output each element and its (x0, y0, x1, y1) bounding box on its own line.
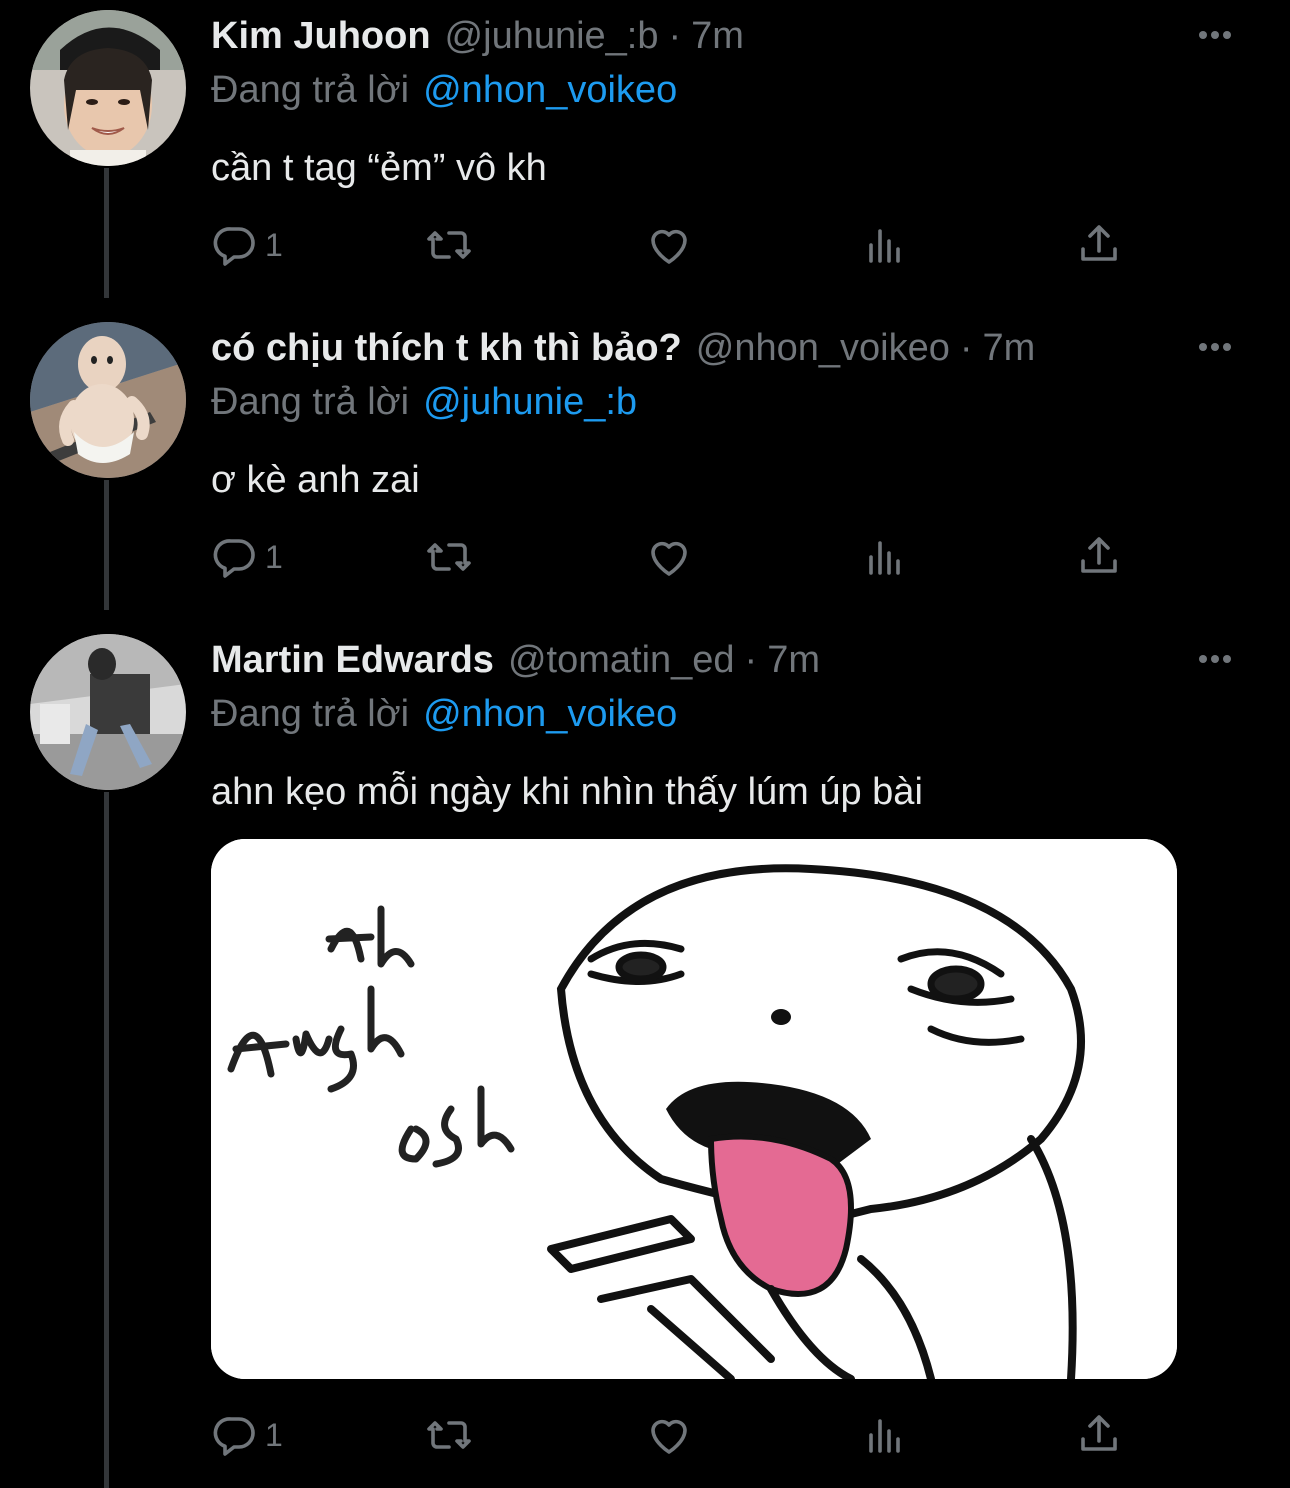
replying-to-handle[interactable]: @nhon_voikeo (423, 69, 677, 111)
views-icon (861, 533, 909, 581)
heart-icon (645, 533, 693, 581)
heart-icon (645, 221, 693, 269)
share-button[interactable] (1075, 220, 1123, 270)
timestamp[interactable]: 7m (691, 10, 744, 62)
replying-to-label: Đang trả lời (211, 693, 410, 735)
retweet-icon (425, 1411, 473, 1459)
share-icon (1075, 1411, 1123, 1459)
reply-count: 1 (265, 1416, 283, 1453)
tweet-header: Kim Juhoon @juhunie_:b · 7m (211, 10, 744, 62)
views-icon (861, 1411, 909, 1459)
views-icon (861, 221, 909, 269)
tweet[interactable]: Martin Edwards @tomatin_ed · 7m Đang trả… (0, 634, 1290, 1488)
retweet-button[interactable] (425, 532, 473, 582)
views-button[interactable] (861, 532, 909, 582)
heart-icon (645, 1411, 693, 1459)
share-button[interactable] (1075, 1410, 1123, 1460)
reply-button[interactable]: 1 (211, 220, 283, 270)
tweet[interactable]: Kim Juhoon @juhunie_:b · 7m Đang trả lời… (0, 10, 1290, 310)
username[interactable]: @tomatin_ed (508, 634, 735, 686)
like-button[interactable] (645, 1410, 693, 1460)
separator: · (959, 327, 973, 369)
username[interactable]: @juhunie_:b (445, 10, 659, 62)
separator: · (744, 639, 758, 681)
replying-to: Đang trả lời @juhunie_:b (211, 376, 637, 428)
username[interactable]: @nhon_voikeo (696, 322, 950, 374)
share-icon (1075, 533, 1123, 581)
tweet-header: Martin Edwards @tomatin_ed · 7m (211, 634, 820, 686)
more-icon[interactable] (1195, 20, 1235, 50)
like-button[interactable] (645, 532, 693, 582)
avatar[interactable] (30, 322, 186, 478)
views-button[interactable] (861, 1410, 909, 1460)
views-button[interactable] (861, 220, 909, 270)
timestamp[interactable]: 7m (983, 322, 1036, 374)
share-icon (1075, 221, 1123, 269)
display-name[interactable]: Martin Edwards (211, 634, 494, 686)
replying-to-handle[interactable]: @juhunie_:b (423, 381, 637, 423)
avatar[interactable] (30, 634, 186, 790)
reply-icon (211, 1411, 259, 1459)
more-icon[interactable] (1195, 332, 1235, 362)
action-bar: 1 (211, 532, 1131, 582)
tweet-media-image[interactable] (211, 839, 1177, 1379)
replying-to: Đang trả lời @nhon_voikeo (211, 688, 677, 740)
replying-to-handle[interactable]: @nhon_voikeo (423, 693, 677, 735)
tweet-text: cần t tag “ẻm” vô kh (211, 147, 547, 189)
tweet[interactable]: có chịu thích t kh thì bảo? @nhon_voikeo… (0, 322, 1290, 622)
more-icon[interactable] (1195, 644, 1235, 674)
retweet-button[interactable] (425, 1410, 473, 1460)
reply-button[interactable]: 1 (211, 1410, 283, 1460)
tweet-text: ahn kẹo mỗi ngày khi nhìn thấy lúm úp bà… (211, 771, 923, 813)
replying-to: Đang trả lời @nhon_voikeo (211, 64, 677, 116)
reply-icon (211, 533, 259, 581)
tweet-header: có chịu thích t kh thì bảo? @nhon_voikeo… (211, 322, 1035, 374)
reply-count: 1 (265, 226, 283, 263)
reply-button[interactable]: 1 (211, 532, 283, 582)
timestamp[interactable]: 7m (767, 634, 820, 686)
replying-to-label: Đang trả lời (211, 69, 410, 111)
tweet-text: ơ kè anh zai (211, 459, 420, 501)
display-name[interactable]: có chịu thích t kh thì bảo? (211, 322, 682, 374)
share-button[interactable] (1075, 532, 1123, 582)
like-button[interactable] (645, 220, 693, 270)
replying-to-label: Đang trả lời (211, 381, 410, 423)
action-bar: 1 (211, 1410, 1131, 1460)
retweet-icon (425, 221, 473, 269)
display-name[interactable]: Kim Juhoon (211, 10, 431, 62)
retweet-button[interactable] (425, 220, 473, 270)
retweet-icon (425, 533, 473, 581)
separator: · (668, 15, 682, 57)
reply-count: 1 (265, 538, 283, 575)
reply-icon (211, 221, 259, 269)
action-bar: 1 (211, 220, 1131, 270)
avatar[interactable] (30, 10, 186, 166)
